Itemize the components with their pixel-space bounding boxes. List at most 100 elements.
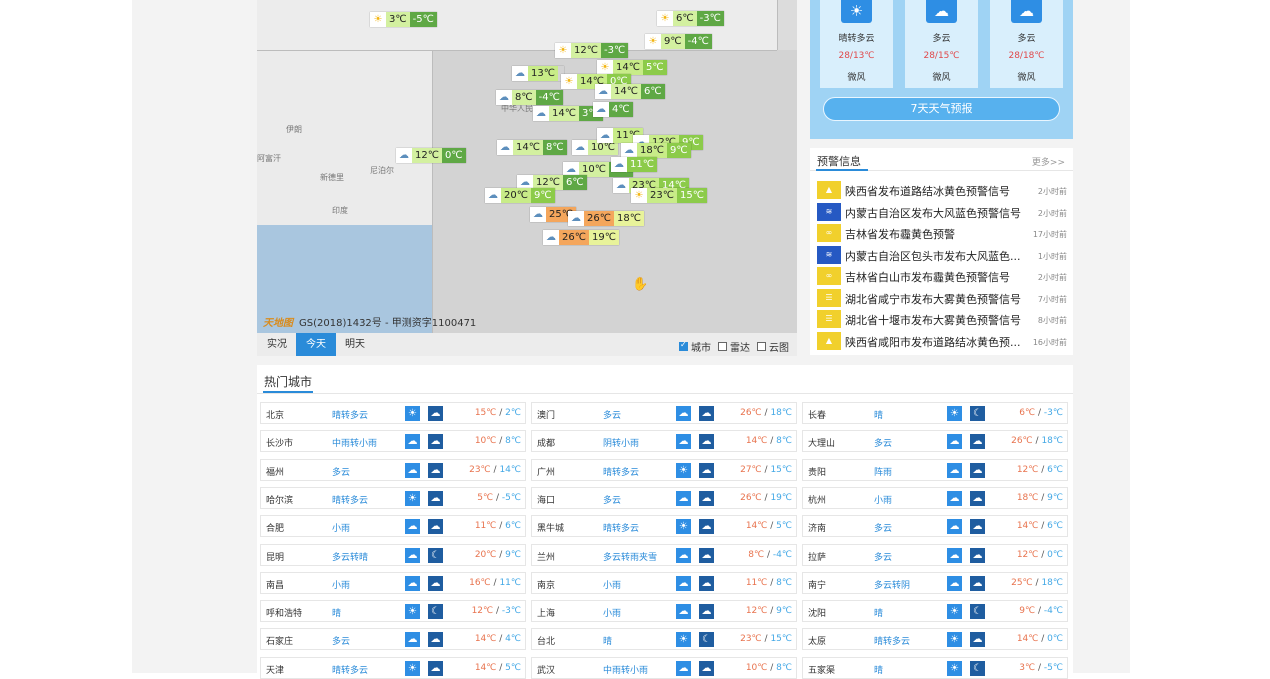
city-name[interactable]: 天津 xyxy=(266,663,284,676)
city-row[interactable]: 呼和浩特 晴 ☀ ☾ 12℃ / -3℃ xyxy=(260,600,526,623)
city-row[interactable]: 黑牛城 晴转多云 ☀ ☁ 14℃ / 5℃ xyxy=(531,515,797,538)
city-row[interactable]: 哈尔滨 晴转多云 ☀ ☁ 5℃ / -5℃ xyxy=(260,486,526,509)
cloud-checkbox[interactable] xyxy=(757,342,766,351)
city-marker[interactable]: ☁ 12℃ 0℃ xyxy=(396,148,466,163)
city-row[interactable]: 南宁 多云转阴 ☁ ☁ 25℃ / 18℃ xyxy=(802,571,1068,594)
city-name[interactable]: 武汉 xyxy=(537,663,555,676)
city-marker[interactable]: ☁ 14℃ 8℃ xyxy=(497,140,567,155)
city-name[interactable]: 太原 xyxy=(808,634,826,647)
city-name[interactable]: 拉萨 xyxy=(808,550,826,563)
seven-day-forecast-button[interactable]: 7天天气预报 xyxy=(823,97,1060,121)
city-name[interactable]: 成都 xyxy=(537,436,555,449)
city-name[interactable]: 昆明 xyxy=(266,550,284,563)
city-row[interactable]: 济南 多云 ☁ ☁ 14℃ / 6℃ xyxy=(802,515,1068,538)
alert-item[interactable]: ▲ 陕西省发布道路结冰黄色预警信号 2小时前 xyxy=(810,180,1073,200)
city-name[interactable]: 兰州 xyxy=(537,550,555,563)
city-name[interactable]: 福州 xyxy=(266,465,284,478)
city-row[interactable]: 拉萨 多云 ☁ ☁ 12℃ / 0℃ xyxy=(802,543,1068,566)
alert-text[interactable]: 内蒙古自治区包头市发布大风蓝色... xyxy=(845,248,1025,264)
city-checkbox[interactable] xyxy=(679,340,688,351)
city-marker[interactable]: ☁ 20℃ 9℃ xyxy=(485,188,555,203)
option-radar[interactable]: 雷达 xyxy=(718,339,750,354)
city-row[interactable]: 天津 晴转多云 ☀ ☁ 14℃ / 5℃ xyxy=(260,656,526,679)
alert-text[interactable]: 陕西省咸阳市发布道路结冰黄色预... xyxy=(845,334,1025,350)
alert-item[interactable]: ≋ 内蒙古自治区包头市发布大风蓝色... 1小时前 xyxy=(810,245,1073,265)
city-row[interactable]: 澳门 多云 ☁ ☁ 26℃ / 18℃ xyxy=(531,402,797,424)
alert-text[interactable]: 吉林省白山市发布霾黄色预警信号 xyxy=(845,269,1025,285)
city-row[interactable]: 贵阳 阵雨 ☁ ☁ 12℃ / 6℃ xyxy=(802,458,1068,481)
option-city[interactable]: 城市 xyxy=(679,339,711,354)
forecast-card[interactable]: ☁ 多云 28/18℃ 微风 xyxy=(990,0,1063,88)
city-name[interactable]: 呼和浩特 xyxy=(266,606,302,619)
city-marker[interactable]: ☁ 11℃ xyxy=(611,157,657,172)
city-name[interactable]: 沈阳 xyxy=(808,606,826,619)
city-marker[interactable]: ☀ 3℃ -5℃ xyxy=(370,12,437,27)
alert-text[interactable]: 内蒙古自治区发布大风蓝色预警信号 xyxy=(845,205,1025,221)
city-name[interactable]: 大理山 xyxy=(808,436,835,449)
city-name[interactable]: 广州 xyxy=(537,465,555,478)
city-row[interactable]: 福州 多云 ☁ ☁ 23℃ / 14℃ xyxy=(260,458,526,481)
city-name[interactable]: 长沙市 xyxy=(266,436,293,449)
city-row[interactable]: 沈阳 晴 ☀ ☾ 9℃ / -4℃ xyxy=(802,600,1068,623)
city-row[interactable]: 太原 晴转多云 ☀ ☁ 14℃ / 0℃ xyxy=(802,628,1068,651)
city-name[interactable]: 合肥 xyxy=(266,521,284,534)
city-marker[interactable]: ☁ 14℃ 6℃ xyxy=(595,84,665,99)
alert-item[interactable]: ∞ 吉林省发布霾黄色预警 17小时前 xyxy=(810,223,1073,243)
city-marker[interactable]: ☀ 9℃ -4℃ xyxy=(645,34,712,49)
city-name[interactable]: 海口 xyxy=(537,493,555,506)
alert-item[interactable]: ☰ 湖北省十堰市发布大雾黄色预警信号 8小时前 xyxy=(810,309,1073,329)
tab-today[interactable]: 今天 xyxy=(296,333,336,356)
city-name[interactable]: 哈尔滨 xyxy=(266,493,293,506)
city-name[interactable]: 贵阳 xyxy=(808,465,826,478)
option-cloud[interactable]: 云图 xyxy=(757,339,789,354)
alert-item[interactable]: ☰ 湖北省咸宁市发布大雾黄色预警信号 7小时前 xyxy=(810,288,1073,308)
city-row[interactable]: 昆明 多云转晴 ☁ ☾ 20℃ / 9℃ xyxy=(260,543,526,566)
city-row[interactable]: 台北 晴 ☀ ☾ 23℃ / 15℃ xyxy=(531,628,797,651)
city-row[interactable]: 广州 晴转多云 ☀ ☁ 27℃ / 15℃ xyxy=(531,458,797,481)
city-name[interactable]: 杭州 xyxy=(808,493,826,506)
city-row[interactable]: 长沙市 中雨转小雨 ☁ ☁ 10℃ / 8℃ xyxy=(260,430,526,453)
alert-text[interactable]: 湖北省十堰市发布大雾黄色预警信号 xyxy=(845,312,1025,328)
city-marker[interactable]: ☁ 26℃ 19℃ xyxy=(543,230,619,245)
city-name[interactable]: 黑牛城 xyxy=(537,521,564,534)
city-name[interactable]: 澳门 xyxy=(537,408,555,421)
city-row[interactable]: 武汉 中雨转小雨 ☁ ☁ 10℃ / 8℃ xyxy=(531,656,797,679)
city-row[interactable]: 大理山 多云 ☁ ☁ 26℃ / 18℃ xyxy=(802,430,1068,453)
city-row[interactable]: 南昌 小雨 ☁ ☁ 16℃ / 11℃ xyxy=(260,571,526,594)
city-name[interactable]: 长春 xyxy=(808,408,826,421)
city-row[interactable]: 杭州 小雨 ☁ ☁ 18℃ / 9℃ xyxy=(802,486,1068,509)
city-row[interactable]: 南京 小雨 ☁ ☁ 11℃ / 8℃ xyxy=(531,571,797,594)
city-row[interactable]: 五家渠 晴 ☀ ☾ 3℃ / -5℃ xyxy=(802,656,1068,679)
city-marker[interactable]: ☁ 13℃ xyxy=(512,66,564,81)
forecast-card[interactable]: ☀ 晴转多云 28/13℃ 微风 xyxy=(820,0,893,88)
city-row[interactable]: 长春 晴 ☀ ☾ 6℃ / -3℃ xyxy=(802,402,1068,424)
city-name[interactable]: 北京 xyxy=(266,408,284,421)
city-marker[interactable]: ☁ 4℃ xyxy=(593,102,633,117)
city-row[interactable]: 兰州 多云转雨夹雪 ☁ ☁ 8℃ / -4℃ xyxy=(531,543,797,566)
city-row[interactable]: 上海 小雨 ☁ ☁ 12℃ / 9℃ xyxy=(531,600,797,623)
city-marker[interactable]: ☀ 12℃ -3℃ xyxy=(555,43,629,58)
forecast-card[interactable]: ☁ 多云 28/15℃ 微风 xyxy=(905,0,978,88)
city-name[interactable]: 上海 xyxy=(537,606,555,619)
city-row[interactable]: 北京 晴转多云 ☀ ☁ 15℃ / 2℃ xyxy=(260,402,526,424)
alert-text[interactable]: 吉林省发布霾黄色预警 xyxy=(845,226,1025,242)
city-name[interactable]: 石家庄 xyxy=(266,634,293,647)
weather-map[interactable]: 伊朗 阿富汗 新德里 尼泊尔 印度 中华人民 ☀ 3℃ -5℃ ☀ 6℃ -3℃ ☀ 9℃… xyxy=(257,0,797,333)
city-marker[interactable]: ☁ 8℃ -4℃ xyxy=(496,90,563,105)
tab-live[interactable]: 实况 xyxy=(257,333,297,356)
city-row[interactable]: 海口 多云 ☁ ☁ 26℃ / 19℃ xyxy=(531,486,797,509)
city-row[interactable]: 成都 阴转小雨 ☁ ☁ 14℃ / 8℃ xyxy=(531,430,797,453)
city-marker[interactable]: ☀ 23℃ 15℃ xyxy=(631,188,707,203)
city-marker[interactable]: ☁ 26℃ 18℃ xyxy=(568,211,644,226)
city-name[interactable]: 台北 xyxy=(537,634,555,647)
city-marker[interactable]: ☀ 6℃ -3℃ xyxy=(657,11,724,26)
alert-text[interactable]: 湖北省咸宁市发布大雾黄色预警信号 xyxy=(845,291,1025,307)
alert-text[interactable]: 陕西省发布道路结冰黄色预警信号 xyxy=(845,183,1025,199)
alerts-more-link[interactable]: 更多>> xyxy=(1032,155,1065,168)
city-name[interactable]: 五家渠 xyxy=(808,663,835,676)
city-name[interactable]: 济南 xyxy=(808,521,826,534)
tab-tomorrow[interactable]: 明天 xyxy=(335,333,375,356)
radar-checkbox[interactable] xyxy=(718,342,727,351)
city-marker[interactable]: ☁ 18℃ 9℃ xyxy=(621,143,691,158)
city-row[interactable]: 合肥 小雨 ☁ ☁ 11℃ / 6℃ xyxy=(260,515,526,538)
